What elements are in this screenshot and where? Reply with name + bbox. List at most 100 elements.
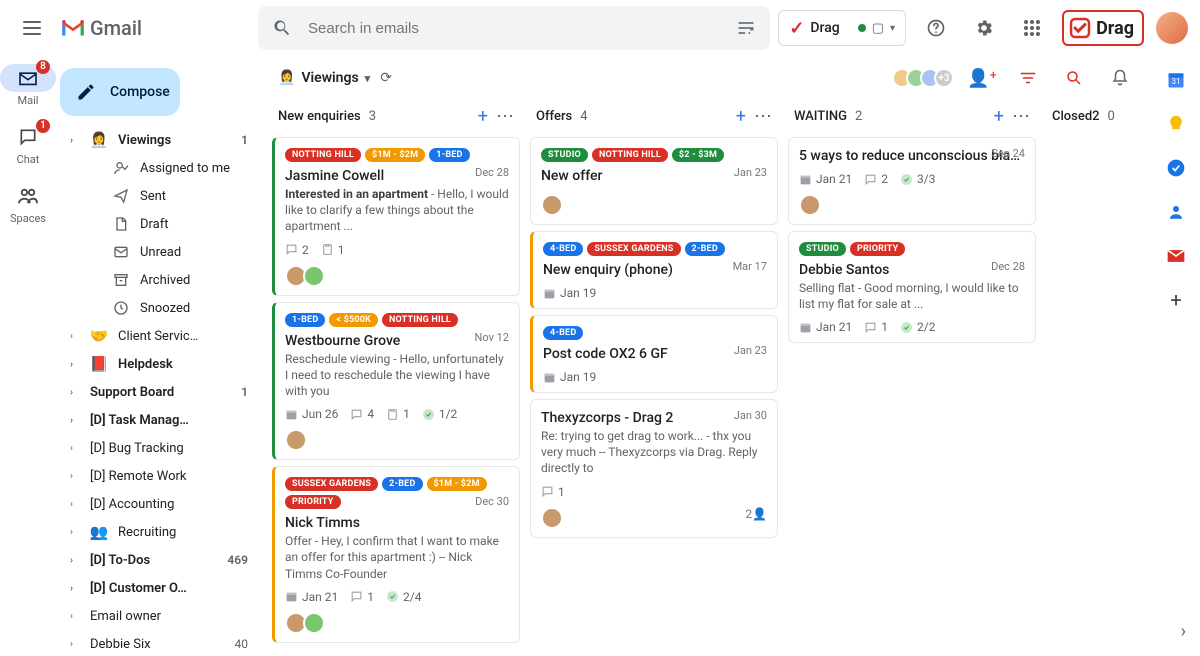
sidebar-item[interactable]: Sent [56, 182, 264, 210]
sidebar-item[interactable]: ›[D] Accounting [56, 490, 264, 518]
card[interactable]: NOTTING HILL$1M - $2M1-BEDDec 28Jasmine … [272, 137, 520, 296]
main-menu-button[interactable] [12, 8, 52, 48]
card-meta: Jan 2112/2 [799, 320, 1025, 334]
card-meta: Jan 2112/4 [285, 590, 509, 604]
gmail-logo[interactable]: Gmail [60, 16, 250, 40]
search-bar[interactable] [258, 6, 770, 50]
folder-emoji: 👥 [90, 523, 108, 541]
rail-chat[interactable]: 1 Chat [0, 123, 56, 166]
sidebar-item[interactable]: ›Email owner [56, 602, 264, 630]
compose-label: Compose [110, 84, 170, 100]
rail-mail[interactable]: 8 Mail [0, 64, 56, 107]
add-member-button[interactable]: 👤⁺ [964, 60, 1000, 96]
drag-selector-button[interactable]: ✓ Drag ▢ ▾ [778, 10, 906, 46]
sidebar-item[interactable]: Snoozed [56, 294, 264, 322]
compose-button[interactable]: Compose [60, 68, 180, 116]
sidebar-item[interactable]: ›👩‍💼Viewings1 [56, 126, 264, 154]
keep-addon[interactable] [1166, 114, 1186, 134]
drag-addon[interactable] [1166, 246, 1186, 266]
tag: $1M - $2M [427, 477, 487, 491]
tasks-addon[interactable] [1166, 158, 1186, 178]
sidebar-item-label: Support Board [90, 385, 231, 400]
refresh-button[interactable]: ⟳ [380, 70, 392, 86]
tag: < $500K [329, 313, 378, 327]
apps-button[interactable] [1014, 10, 1050, 46]
card[interactable]: STUDIONOTTING HILL$2 - $3MJan 23New offe… [530, 137, 778, 225]
meta-comment: 2 [285, 243, 309, 257]
board-members[interactable]: +3 [898, 68, 954, 88]
card[interactable]: STUDIOPRIORITYDec 28Debbie SantosSelling… [788, 231, 1036, 343]
sidebar-item[interactable]: ›👥Recruiting [56, 518, 264, 546]
add-card-button[interactable]: + [478, 106, 488, 127]
search-input[interactable] [308, 20, 720, 37]
sidebar: Compose ›👩‍💼Viewings1Assigned to meSentD… [56, 56, 264, 656]
column-menu-button[interactable]: ⋯ [754, 106, 772, 127]
card[interactable]: Sep 245 ways to reduce unconscious bia…J… [788, 137, 1036, 225]
column-header: Closed20+⋯ [1044, 100, 1152, 133]
card[interactable]: 1-BED< $500KNOTTING HILLNov 12Westbourne… [272, 302, 520, 461]
rail-mail-badge: 8 [36, 60, 50, 74]
sidebar-item[interactable]: ›[D] Task Manag… [56, 406, 264, 434]
column-menu-button[interactable]: ⋯ [1012, 106, 1030, 127]
sidebar-item[interactable]: ›Debbie Six40 [56, 630, 264, 656]
tag: NOTTING HILL [592, 148, 668, 162]
drag-brand-badge[interactable]: Drag [1062, 10, 1144, 46]
card-date: Jan 23 [734, 166, 767, 179]
contacts-addon[interactable] [1166, 202, 1186, 222]
profile-avatar[interactable] [1156, 12, 1188, 44]
sidebar-item[interactable]: ›Support Board1 [56, 378, 264, 406]
sidebar-item[interactable]: ›[D] Remote Work [56, 462, 264, 490]
board-filter-button[interactable] [1010, 60, 1046, 96]
card-tags: 4-BEDSUSSEX GARDENS2-BED [543, 242, 767, 256]
settings-button[interactable] [966, 10, 1002, 46]
extra-members: +3 [934, 68, 954, 88]
card[interactable]: SUSSEX GARDENS2-BED$1M - $2MPRIORITYDec … [272, 466, 520, 643]
side-panel-collapse[interactable]: › [1181, 621, 1186, 642]
support-button[interactable] [918, 10, 954, 46]
sidebar-item[interactable]: Archived [56, 266, 264, 294]
sidebar-item[interactable]: ›📕Helpdesk [56, 350, 264, 378]
status-dot [858, 24, 866, 32]
sidebar-item[interactable]: ›[D] To-Dos469 [56, 546, 264, 574]
card[interactable]: 4-BEDJan 23Post code OX2 6 GFJan 19 [530, 315, 778, 393]
card-date: Dec 28 [475, 166, 509, 179]
card[interactable]: 4-BEDSUSSEX GARDENS2-BEDMar 17New enquir… [530, 231, 778, 309]
add-card-button[interactable]: + [736, 106, 746, 127]
sidebar-item[interactable]: Unread [56, 238, 264, 266]
meta-check: 1/2 [422, 407, 457, 421]
card-date: Sep 24 [991, 147, 1025, 160]
tag: 4-BED [543, 242, 583, 256]
meta-check: 3/3 [900, 172, 935, 186]
chevron-right-icon: › [70, 499, 80, 510]
tag: $2 - $3M [672, 148, 724, 162]
meta-check: 2/4 [386, 590, 421, 604]
column-menu-button[interactable]: ⋯ [496, 106, 514, 127]
tag: STUDIO [541, 148, 588, 162]
sidebar-item[interactable]: ›[D] Customer O… [56, 574, 264, 602]
send-icon [112, 188, 130, 204]
meta-task: 1 [321, 243, 345, 257]
get-addons[interactable]: + [1166, 290, 1186, 310]
rail-spaces[interactable]: Spaces [0, 182, 56, 225]
card-date: Dec 30 [475, 495, 509, 508]
board-emoji: 👩‍💼 [278, 70, 295, 86]
board-area: 👩‍💼 Viewings ▾ ⟳ +3 👤⁺ New enquiries3+⋯N… [264, 56, 1152, 656]
card[interactable]: Jan 30Thexyzcorps - Drag ​2Re: trying to… [530, 399, 778, 538]
sidebar-item[interactable]: ›🤝Client Servic… [56, 322, 264, 350]
sidebar-item[interactable]: Assigned to me [56, 154, 264, 182]
search-icon [272, 18, 292, 38]
board-selector[interactable]: 👩‍💼 Viewings ▾ [278, 70, 370, 86]
calendar-addon[interactable]: 31 [1166, 70, 1186, 90]
search-options-icon[interactable] [736, 18, 756, 38]
board-search-button[interactable] [1056, 60, 1092, 96]
notifications-button[interactable] [1102, 60, 1138, 96]
chevron-right-icon: › [70, 611, 80, 622]
person-icon [112, 160, 130, 176]
sidebar-item-label: Snoozed [140, 301, 254, 316]
column-header: Offers4+⋯ [528, 100, 780, 133]
sidebar-item[interactable]: ›[D] Bug Tracking [56, 434, 264, 462]
sidebar-item-label: Helpdesk [118, 357, 254, 372]
card-assignees [541, 507, 563, 529]
add-card-button[interactable]: + [994, 106, 1004, 127]
sidebar-item[interactable]: Draft [56, 210, 264, 238]
